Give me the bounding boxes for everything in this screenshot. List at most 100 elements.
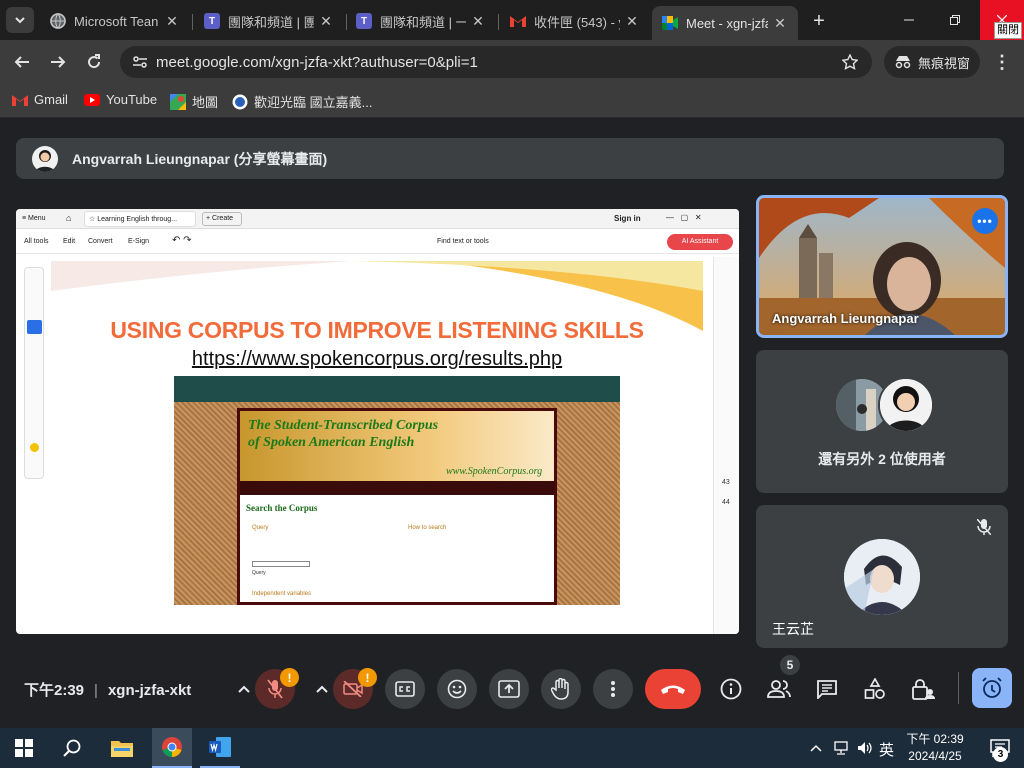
shared-create-button[interactable]: + Create bbox=[202, 212, 242, 226]
close-icon[interactable]: ✕ bbox=[772, 15, 788, 32]
captions-icon bbox=[395, 681, 415, 697]
participant-tile-main[interactable]: ••• Angvarrah Lieungnapar bbox=[756, 195, 1008, 338]
bookmark-label: Gmail bbox=[34, 92, 68, 107]
raise-hand-button[interactable] bbox=[541, 669, 581, 709]
shared-screen[interactable]: ≡ Menu ⌂ ☆ Learning English throug... + … bbox=[16, 209, 739, 634]
teams-icon: T bbox=[204, 13, 220, 29]
word-taskbar-button[interactable] bbox=[200, 728, 240, 768]
bookmark-youtube[interactable]: YouTube bbox=[84, 92, 157, 107]
draw-tool-active[interactable] bbox=[27, 320, 42, 334]
shared-sign-in[interactable]: Sign in bbox=[614, 214, 641, 223]
chevron-up-icon bbox=[238, 685, 250, 693]
camera-options-button[interactable] bbox=[308, 676, 336, 702]
corpus-search-heading: Search the Corpus bbox=[246, 503, 318, 513]
close-icon[interactable]: ✕ bbox=[164, 13, 180, 30]
show-hidden-icons[interactable] bbox=[806, 728, 826, 768]
leave-call-button[interactable] bbox=[645, 669, 701, 709]
reactions-button[interactable] bbox=[437, 669, 477, 709]
file-explorer-button[interactable] bbox=[102, 728, 142, 768]
people-button[interactable] bbox=[764, 674, 794, 704]
tab-teams-2[interactable]: T 團隊和頻道 | 一 ✕ bbox=[346, 6, 496, 36]
tool-edit[interactable]: Edit bbox=[63, 238, 75, 245]
participant-tile-third[interactable]: 王云芷 bbox=[756, 505, 1008, 648]
corpus-nav bbox=[240, 481, 554, 495]
more-options-button[interactable] bbox=[593, 669, 633, 709]
corpus-query-input[interactable] bbox=[252, 561, 310, 567]
avatar-other-2 bbox=[878, 377, 934, 433]
shared-window-controls[interactable]: — ▢ ✕ bbox=[666, 213, 702, 222]
tab-label: 收件匣 (543) - y bbox=[534, 14, 620, 30]
emoji-icon bbox=[447, 679, 467, 699]
tab-teams-1[interactable]: T 團隊和頻道 | 團 ✕ bbox=[194, 6, 344, 36]
slide-page: USING CORPUS TO IMPROVE LISTENING SKILLS… bbox=[51, 261, 703, 634]
activities-button[interactable] bbox=[860, 674, 890, 704]
meeting-details-button[interactable] bbox=[716, 674, 746, 704]
tab-microsoft-teams[interactable]: Microsoft Tean ✕ bbox=[40, 6, 190, 36]
gmail-icon bbox=[510, 13, 526, 29]
star-icon[interactable] bbox=[842, 54, 858, 70]
undo-icon[interactable]: ↶ ↷ bbox=[172, 235, 192, 246]
shared-menu[interactable]: ≡ Menu bbox=[22, 215, 46, 222]
teams-icon: T bbox=[356, 13, 372, 29]
more-options-button[interactable]: ••• bbox=[972, 208, 998, 234]
site-settings-icon[interactable] bbox=[132, 55, 148, 69]
home-icon[interactable]: ⌂ bbox=[66, 213, 71, 223]
incognito-chip[interactable]: 無痕視窗 bbox=[884, 46, 980, 78]
chrome-taskbar-button[interactable] bbox=[152, 728, 192, 768]
call-end-icon bbox=[661, 685, 685, 694]
clock-time: 下午 02:39 bbox=[906, 732, 964, 746]
ime-indicator[interactable]: 英 bbox=[879, 739, 894, 760]
search-icon bbox=[63, 739, 81, 757]
chevron-down-icon bbox=[15, 17, 25, 24]
shared-tabbar: ≡ Menu ⌂ ☆ Learning English throug... + … bbox=[16, 209, 739, 229]
minimize-button[interactable] bbox=[886, 0, 932, 40]
search-button[interactable] bbox=[52, 728, 92, 768]
find-tools[interactable]: Find text or tools bbox=[437, 238, 489, 245]
chat-button[interactable] bbox=[812, 674, 842, 704]
present-button[interactable] bbox=[489, 669, 529, 709]
bookmark-ncyu[interactable]: 歡迎光臨 國立嘉義... bbox=[232, 92, 372, 111]
back-button[interactable] bbox=[8, 48, 36, 76]
close-icon[interactable]: ✕ bbox=[318, 13, 334, 30]
participant-tile-others[interactable]: 還有另外 2 位使用者 bbox=[756, 350, 1008, 493]
slide-link[interactable]: https://www.spokencorpus.org/results.php bbox=[51, 348, 703, 371]
warning-badge: ! bbox=[358, 668, 377, 687]
bookmark-maps[interactable]: 地圖 bbox=[170, 92, 218, 111]
tab-label: 團隊和頻道 | 團 bbox=[228, 14, 314, 30]
bookmark-gmail[interactable]: Gmail bbox=[12, 92, 68, 107]
corpus-query-button[interactable]: Query bbox=[252, 570, 266, 576]
close-icon[interactable]: ✕ bbox=[624, 13, 640, 30]
people-icon bbox=[767, 680, 791, 698]
lock-person-icon bbox=[912, 679, 935, 700]
browser-menu-button[interactable]: ⋮ bbox=[988, 48, 1016, 76]
taskbar-clock[interactable]: 下午 02:39 2024/4/25 bbox=[902, 731, 968, 765]
tab-strip: Microsoft Tean ✕ T 團隊和頻道 | 團 ✕ T 團隊和頻道 |… bbox=[0, 0, 1024, 40]
participant-name: 王云芷 bbox=[772, 621, 814, 637]
forward-button[interactable] bbox=[44, 48, 72, 76]
timer-button[interactable] bbox=[972, 668, 1012, 708]
tab-meet[interactable]: Meet - xgn-jzfa ✕ bbox=[652, 6, 798, 40]
color-yellow[interactable] bbox=[30, 443, 39, 452]
tool-all[interactable]: All tools bbox=[24, 238, 49, 245]
restore-button[interactable] bbox=[932, 0, 978, 40]
captions-button[interactable] bbox=[385, 669, 425, 709]
tool-convert[interactable]: Convert bbox=[88, 238, 113, 245]
arrow-right-icon bbox=[51, 56, 66, 68]
info-icon bbox=[720, 678, 742, 700]
tab-search-button[interactable] bbox=[6, 7, 34, 33]
chevron-up-icon bbox=[810, 744, 822, 752]
mic-options-button[interactable] bbox=[230, 676, 258, 702]
address-bar[interactable]: meet.google.com/xgn-jzfa-xkt?authuser=0&… bbox=[120, 46, 872, 78]
volume-icon[interactable] bbox=[854, 728, 876, 768]
network-icon[interactable] bbox=[830, 728, 852, 768]
shared-doc-tab[interactable]: ☆ Learning English throug... bbox=[84, 211, 196, 227]
reload-button[interactable] bbox=[80, 48, 108, 76]
minimize-icon bbox=[904, 19, 914, 21]
new-tab-button[interactable]: + bbox=[806, 8, 832, 34]
start-button[interactable] bbox=[4, 728, 44, 768]
tab-gmail[interactable]: 收件匣 (543) - y ✕ bbox=[500, 6, 650, 36]
host-controls-button[interactable] bbox=[908, 674, 938, 704]
shared-ai-button[interactable]: AI Assistant bbox=[667, 234, 733, 250]
close-icon[interactable]: ✕ bbox=[470, 13, 486, 30]
tool-esign[interactable]: E-Sign bbox=[128, 238, 149, 245]
